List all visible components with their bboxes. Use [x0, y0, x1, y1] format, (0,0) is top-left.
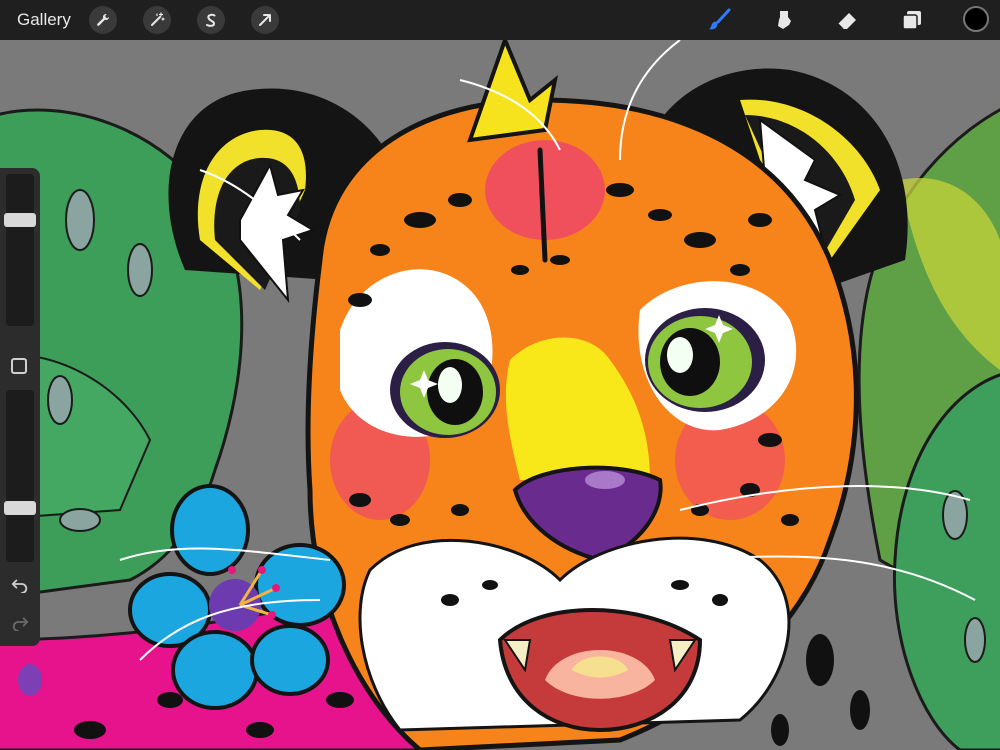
top-toolbar: Gallery — [0, 0, 1000, 40]
layers-icon[interactable] — [898, 6, 926, 34]
drawing-canvas[interactable] — [0, 40, 1000, 750]
color-swatch[interactable] — [963, 6, 989, 32]
eraser-icon[interactable] — [833, 6, 861, 34]
modify-button[interactable] — [11, 358, 27, 374]
redo-arrow-icon[interactable] — [10, 612, 30, 632]
smudge-icon[interactable] — [770, 6, 798, 34]
brush-size-thumb[interactable] — [4, 212, 36, 227]
wrench-icon[interactable] — [89, 6, 117, 34]
opacity-thumb[interactable] — [4, 500, 36, 515]
brush-sidebar — [0, 168, 40, 646]
magic-wand-icon[interactable] — [143, 6, 171, 34]
brush-size-slider[interactable] — [6, 174, 34, 326]
undo-arrow-icon[interactable] — [10, 574, 30, 594]
brush-icon[interactable] — [706, 6, 734, 34]
transform-arrow-icon[interactable] — [251, 6, 279, 34]
gallery-button[interactable]: Gallery — [17, 10, 71, 30]
opacity-slider[interactable] — [6, 390, 34, 562]
selection-s-icon[interactable] — [197, 6, 225, 34]
